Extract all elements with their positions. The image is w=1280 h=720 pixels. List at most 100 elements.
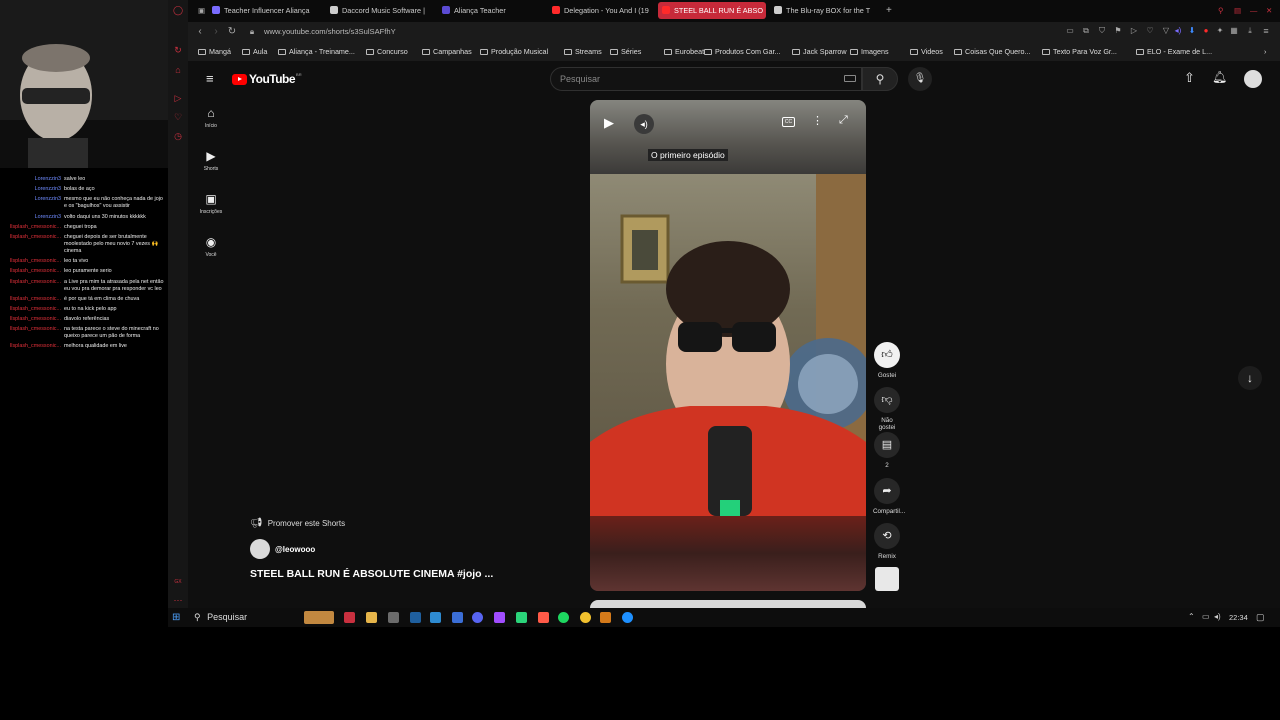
bookmark-item[interactable]: Jack Sparrow	[792, 47, 847, 56]
keyboard-icon[interactable]	[844, 75, 856, 82]
menu-icon[interactable]: ≡	[1260, 26, 1272, 36]
browser-tab[interactable]: Aliança Teacher	[438, 2, 538, 19]
bookmark-item[interactable]: Coisas Que Quero...	[954, 47, 1031, 56]
tab-overview-icon[interactable]: ▣	[194, 2, 206, 19]
puzzle-icon[interactable]: ✦	[1214, 26, 1226, 35]
next-arrow-down-icon[interactable]: ↓	[1238, 366, 1262, 390]
app-icon-3[interactable]	[494, 612, 505, 623]
tray-chevron-icon[interactable]: ⌃	[1188, 612, 1195, 621]
file-explorer-icon[interactable]	[366, 612, 377, 623]
workspace-icon[interactable]: ▤	[1230, 2, 1242, 19]
bag-icon[interactable]: ⌂	[173, 65, 183, 75]
sidebar-settings-icon[interactable]: GX	[173, 577, 183, 587]
bookmark-item[interactable]: Campanhas	[422, 47, 472, 56]
vpn-icon[interactable]: ⚑	[1112, 26, 1124, 35]
next-short-preview[interactable]	[590, 600, 866, 608]
notification-center-icon[interactable]: ▢	[1256, 612, 1265, 623]
upload-icon[interactable]: ⇧	[1184, 70, 1195, 86]
remix-button[interactable]: ⟲ Remix	[873, 523, 901, 560]
back-icon[interactable]: ‹	[194, 26, 206, 37]
shorts-player[interactable]: ▶ ◂) CC ⋮ ⤢ O primeiro episódio	[590, 100, 866, 591]
bookmark-item[interactable]: Séries	[610, 47, 641, 56]
forward-icon[interactable]: ›	[210, 26, 222, 37]
fullscreen-icon[interactable]: ⤢	[839, 114, 848, 127]
filter-icon[interactable]: ▽	[1160, 26, 1172, 35]
search-input[interactable]: Pesquisar	[550, 67, 862, 91]
edge-icon[interactable]	[622, 612, 633, 623]
browser-tab[interactable]: Teacher Influencer Aliança	[208, 2, 328, 19]
url-field[interactable]: www.youtube.com/shorts/s3SulSAFfhY	[264, 27, 396, 36]
favorite-icon[interactable]: ♡	[1144, 26, 1156, 35]
app-icon-5[interactable]	[538, 612, 549, 623]
youtube-logo[interactable]: YouTube BR	[232, 72, 302, 86]
short-title[interactable]: STEEL BALL RUN É ABSOLUTE CINEMA #jojo .…	[250, 568, 493, 580]
snapshot-icon[interactable]: ⧉	[1080, 26, 1092, 36]
clock-icon[interactable]: ◷	[173, 131, 183, 141]
bookmark-item[interactable]: Videos	[910, 47, 943, 56]
download-ext-icon[interactable]: ⬇	[1186, 26, 1198, 35]
spotify-icon[interactable]	[558, 612, 569, 623]
sound-thumbnail[interactable]	[873, 567, 901, 591]
nav-item[interactable]: ▣ Inscrições	[194, 192, 228, 215]
shield-icon[interactable]: ⛉	[1096, 26, 1108, 36]
nav-item[interactable]: ▶ Shorts	[194, 149, 228, 172]
voice-search-button[interactable]: 🎙︎	[908, 67, 932, 91]
sidebar-more-icon[interactable]: ⋯	[173, 595, 183, 605]
taskbar-search[interactable]: ⚲ Pesquisar	[194, 612, 247, 623]
close-window-icon[interactable]: ✕	[1262, 2, 1276, 19]
downloads-icon[interactable]: ⤓	[1244, 26, 1256, 36]
speaker-icon[interactable]: ◂)	[1214, 612, 1221, 621]
taskbar-clock[interactable]: 22:34	[1229, 613, 1248, 622]
bookmark-item[interactable]: Aliança - Treiname...	[278, 47, 355, 56]
play-icon[interactable]: ▶	[604, 115, 614, 131]
play-ext-icon[interactable]: ▷	[1128, 26, 1140, 35]
browser-tab[interactable]: Daccord Music Software |	[326, 2, 434, 19]
comments-button[interactable]: ▤ 2	[873, 432, 901, 469]
app-icon-2[interactable]	[452, 612, 463, 623]
account-avatar[interactable]	[1244, 70, 1262, 88]
search-button[interactable]: ⚲	[862, 67, 898, 91]
opera-gx-taskbar-icon[interactable]	[344, 612, 355, 623]
bookmark-item[interactable]: Eurobeat	[664, 47, 704, 56]
bookmark-item[interactable]: Produtos Com Gar...	[704, 47, 781, 56]
notifications-bell-icon[interactable]: 🔔︎	[1212, 70, 1227, 84]
promote-short-button[interactable]: 📢︎ Promover este Shorts	[250, 518, 345, 529]
channel-link[interactable]: @leowooo	[250, 539, 315, 559]
obs-icon[interactable]	[388, 612, 399, 623]
app-icon-1[interactable]	[430, 612, 441, 623]
search-tabs-icon[interactable]: ⚲	[1214, 2, 1226, 19]
player-icon[interactable]: ▷	[173, 93, 183, 103]
volume-icon[interactable]: ◂)	[634, 114, 654, 134]
minimize-icon[interactable]: —	[1246, 2, 1258, 19]
new-tab-button[interactable]: +	[882, 2, 896, 19]
bookmark-item[interactable]: ELO - Exame de L...	[1136, 47, 1212, 56]
browser-tab[interactable]: STEEL BALL RUN É ABSO	[658, 2, 766, 19]
bookmark-item[interactable]: Aula	[242, 47, 267, 56]
extensions-icon[interactable]: ▭	[1064, 26, 1076, 35]
windows-start-icon[interactable]: ⊞	[172, 612, 180, 623]
discord-icon[interactable]	[472, 612, 483, 623]
bookmark-item[interactable]: Concurso	[366, 47, 408, 56]
dislike-button[interactable]: 👎︎ Não gostei	[873, 387, 901, 431]
opera-logo-icon[interactable]: ◯	[173, 5, 183, 15]
hamburger-menu-icon[interactable]: ≡	[206, 72, 214, 86]
like-button[interactable]: 👍︎ Gostei	[873, 342, 901, 379]
bookmarks-overflow-icon[interactable]: ›	[1264, 47, 1266, 56]
bookmark-item[interactable]: Mangá	[198, 47, 231, 56]
browser-tab[interactable]: The Blu-ray BOX for the T	[770, 2, 876, 19]
steam-icon[interactable]	[410, 612, 421, 623]
network-icon[interactable]: ▭	[1202, 612, 1210, 621]
bookmark-item[interactable]: Texto Para Voz Gr...	[1042, 47, 1117, 56]
bookmark-item[interactable]: Imagens	[850, 47, 889, 56]
history-icon[interactable]: ↻	[173, 45, 183, 55]
app-icon-4[interactable]	[516, 612, 527, 623]
chrome-icon[interactable]	[580, 612, 591, 623]
captions-icon[interactable]: CC	[782, 117, 795, 127]
profile-thumb-icon[interactable]: ▦	[1228, 26, 1240, 35]
nav-item[interactable]: ⌂ Início	[194, 106, 228, 129]
more-icon[interactable]: ⋮	[812, 114, 823, 127]
bookmark-item[interactable]: Produção Musical	[480, 47, 548, 56]
heart-icon[interactable]: ♡	[173, 112, 183, 122]
app-icon-6[interactable]	[600, 612, 611, 623]
reload-icon[interactable]: ↻	[226, 26, 238, 37]
